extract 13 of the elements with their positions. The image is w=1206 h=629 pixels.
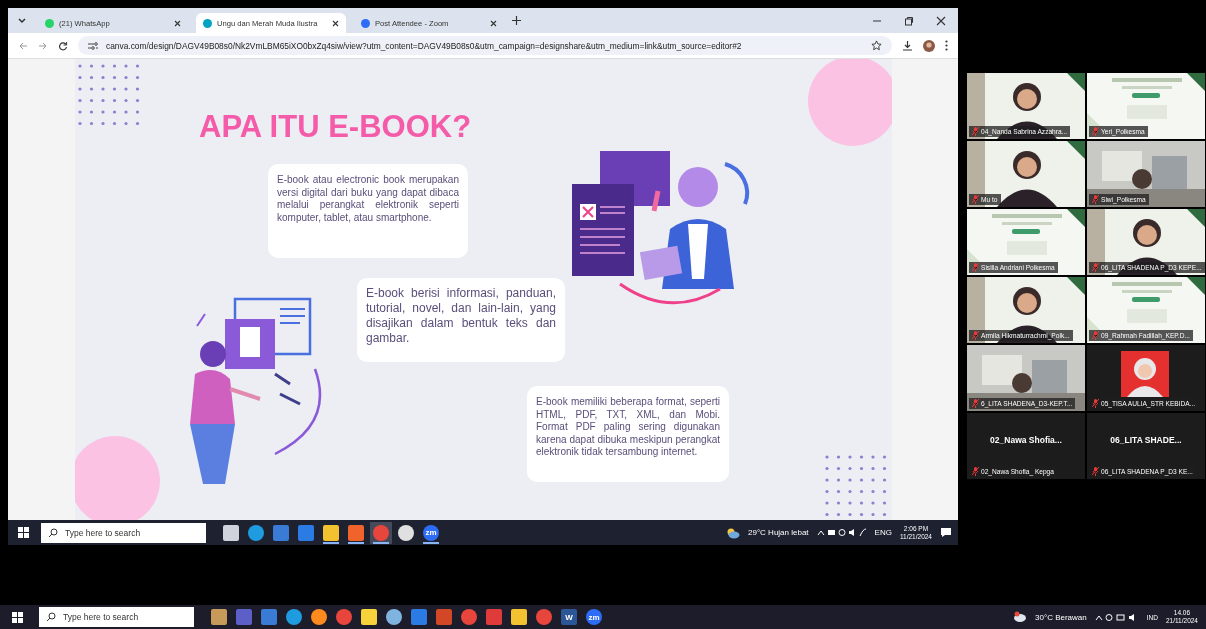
search-field[interactable]: Type here to search	[41, 522, 206, 543]
address-bar[interactable]: canva.com/design/DAGV49B08s0/Nk2VmLBM65iXO0bxZq4siw/view?utm_content=DAGV49B08s0&utm_campaign=designshare&utm_medium=link&utm_source=editor#2	[78, 36, 892, 55]
slide-title: APA ITU E-BOOK?	[199, 109, 472, 145]
text-card: E-book berisi informasi, panduan, tutorial, novel, dan lain-lain, yang disajikan dalam bentuk teks dan gambar.	[357, 278, 565, 362]
taskbar-button[interactable]: W	[558, 606, 580, 628]
text-card: E-book memiliki beberapa format, seperti HTML, PDF, TXT, XML, dan Mobi. Format PDF paling sering digunakan karena dapat dibuka meskipun perangkat elektronik tidak tersambung internet.	[527, 386, 729, 482]
weather-text[interactable]: 29°C Hujan lebat	[748, 528, 809, 537]
language-indicator[interactable]: ENG	[874, 528, 892, 537]
weather-text[interactable]: 30°C Berawan	[1035, 612, 1087, 622]
participant-name: 02_Nawa Shofia...	[989, 435, 1063, 445]
text-card: E-book atau electronic book merupakan versi digital dari buku yang dapat dibaca melalui perangkat elektronik seperti komputer, tablet, atau smartphone.	[268, 164, 468, 258]
participant-name: 06_LITA SHADE...	[1109, 435, 1183, 445]
search-field[interactable]: Type here to search	[39, 607, 194, 627]
